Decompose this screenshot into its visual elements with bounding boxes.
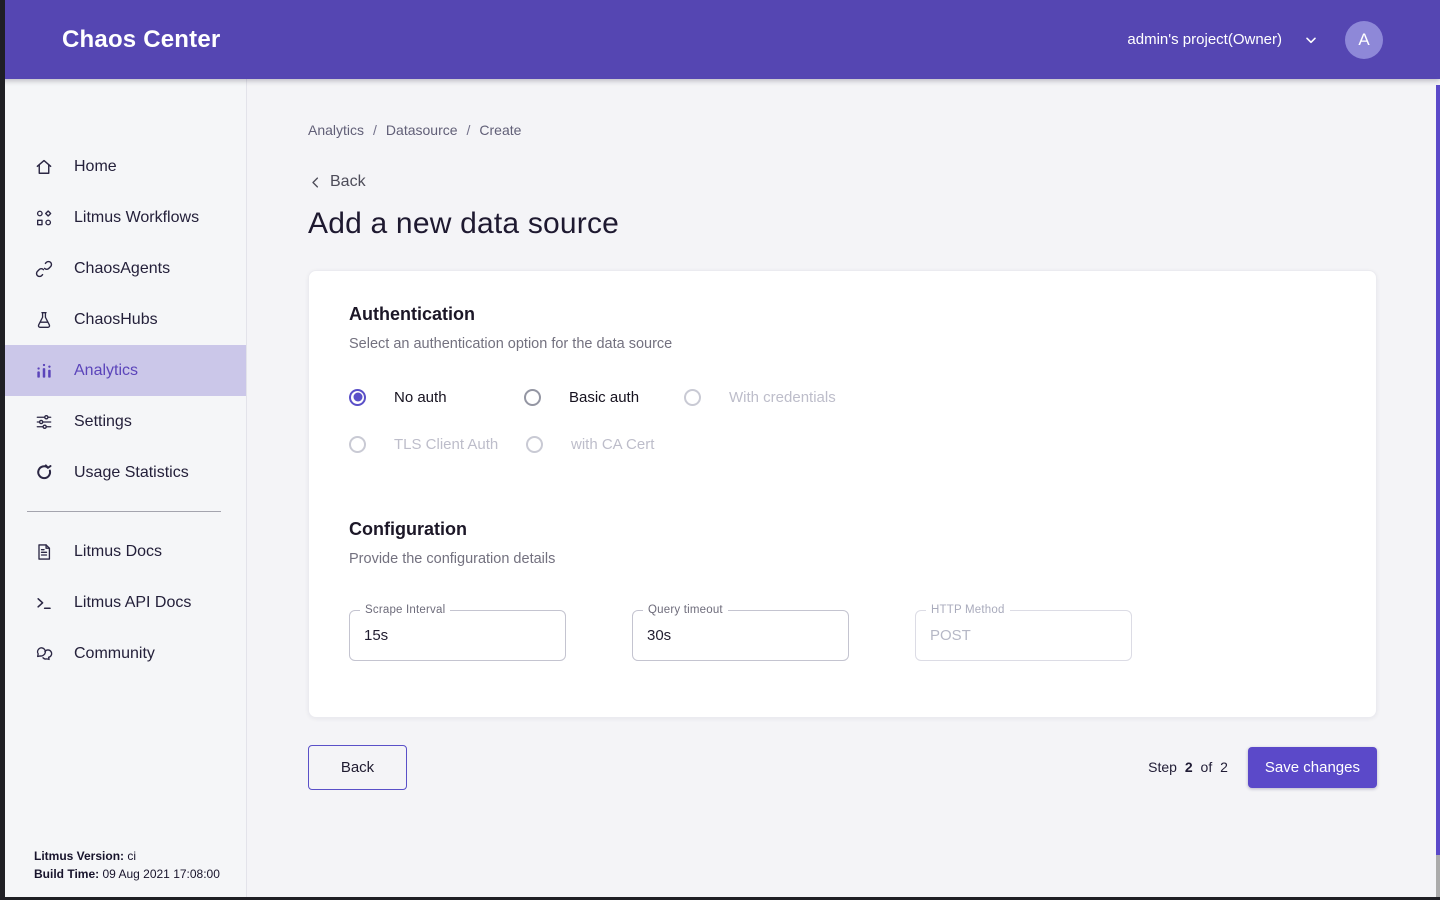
breadcrumb: Analytics / Datasource / Create <box>308 122 1440 138</box>
radio-disabled-icon <box>684 389 701 406</box>
avatar[interactable]: A <box>1345 21 1383 59</box>
back-button[interactable]: Back <box>308 745 407 790</box>
sidebar-item-chaoshubs[interactable]: ChaosHubs <box>0 294 246 345</box>
bar-chart-icon <box>34 361 54 381</box>
build-time-label: Build Time: <box>34 867 99 881</box>
document-icon <box>34 542 54 562</box>
query-timeout-field: Query timeout <box>632 610 849 661</box>
breadcrumb-create[interactable]: Create <box>479 122 521 138</box>
scrape-interval-input[interactable] <box>350 611 565 660</box>
sidebar-divider <box>27 511 221 512</box>
screen-edge-left <box>0 0 5 897</box>
breadcrumb-separator: / <box>373 122 377 138</box>
version-label: Litmus Version: <box>34 849 124 863</box>
page-title: Add a new data source <box>308 207 1440 241</box>
sidebar-item-litmus-api-docs[interactable]: Litmus API Docs <box>0 577 246 628</box>
app-header: Chaos Center admin's project(Owner) A <box>0 0 1440 79</box>
back-link[interactable]: Back <box>308 173 366 191</box>
auth-options-row-2: TLS Client Auth with CA Cert <box>349 436 1336 453</box>
breadcrumb-analytics[interactable]: Analytics <box>308 122 364 138</box>
workflows-icon <box>34 208 54 228</box>
terminal-icon <box>34 593 54 613</box>
sidebar-item-litmus-workflows[interactable]: Litmus Workflows <box>0 192 246 243</box>
step-total: 2 <box>1220 759 1228 775</box>
build-time-value: 09 Aug 2021 17:08:00 <box>99 867 220 881</box>
project-label: admin's project(Owner) <box>1127 31 1282 48</box>
query-timeout-label: Query timeout <box>643 604 728 616</box>
sidebar-item-community[interactable]: Community <box>0 628 246 679</box>
chat-bubbles-icon <box>34 644 54 664</box>
query-timeout-input[interactable] <box>633 611 848 660</box>
app-title: Chaos Center <box>62 26 220 54</box>
http-method-field: HTTP Method <box>915 610 1132 661</box>
scrape-interval-field: Scrape Interval <box>349 610 566 661</box>
http-method-input <box>916 611 1131 660</box>
step-current: 2 <box>1185 759 1193 775</box>
sidebar-item-settings[interactable]: Settings <box>0 396 246 447</box>
radio-with-credentials: With credentials <box>684 389 836 406</box>
radio-no-auth[interactable]: No auth <box>349 389 524 406</box>
form-actions: Back Step 2 of 2 Save changes <box>308 745 1377 790</box>
sidebar-item-usage-statistics[interactable]: Usage Statistics <box>0 447 246 498</box>
header-right: admin's project(Owner) A <box>1127 21 1440 59</box>
sidebar: Home Litmus Workflows ChaosAgents ChaosH… <box>0 79 247 900</box>
sidebar-item-analytics[interactable]: Analytics <box>0 345 246 396</box>
scrollbar-thumb[interactable] <box>1436 85 1440 855</box>
flask-icon <box>34 310 54 330</box>
sidebar-item-chaosagents[interactable]: ChaosAgents <box>0 243 246 294</box>
chevron-left-icon <box>308 175 323 190</box>
scrollbar-track <box>1436 855 1440 897</box>
http-method-label: HTTP Method <box>926 604 1010 616</box>
sidebar-item-home[interactable]: Home <box>0 141 246 192</box>
auth-options-row-1: No auth Basic auth With credentials <box>349 389 1336 406</box>
radio-disabled-icon <box>349 436 366 453</box>
radio-with-ca-cert: with CA Cert <box>526 436 654 453</box>
main-content: Analytics / Datasource / Create Back Add… <box>248 79 1440 900</box>
build-info: Litmus Version: ci Build Time: 09 Aug 20… <box>34 847 220 883</box>
sidebar-nav: Home Litmus Workflows ChaosAgents ChaosH… <box>0 79 246 679</box>
radio-basic-auth[interactable]: Basic auth <box>524 389 684 406</box>
chain-link-icon <box>34 259 54 279</box>
breadcrumb-datasource[interactable]: Datasource <box>386 122 458 138</box>
authentication-section-title: Authentication <box>349 304 1336 325</box>
version-value: ci <box>124 849 136 863</box>
radio-tls-client-auth: TLS Client Auth <box>349 436 526 453</box>
step-indicator: Step 2 of 2 <box>1148 759 1228 775</box>
chevron-down-icon <box>1303 32 1319 48</box>
authentication-section-subtitle: Select an authentication option for the … <box>349 336 1336 352</box>
sliders-icon <box>34 412 54 432</box>
circular-arrow-icon <box>34 463 54 483</box>
breadcrumb-separator: / <box>467 122 471 138</box>
scrape-interval-label: Scrape Interval <box>360 604 450 616</box>
home-icon <box>34 157 54 177</box>
datasource-form-card: Authentication Select an authentication … <box>308 270 1377 718</box>
configuration-section-title: Configuration <box>349 519 1336 540</box>
sidebar-item-litmus-docs[interactable]: Litmus Docs <box>0 526 246 577</box>
radio-selected-icon <box>349 389 366 406</box>
project-switcher[interactable]: admin's project(Owner) <box>1127 31 1319 48</box>
radio-unselected-icon <box>524 389 541 406</box>
configuration-section-subtitle: Provide the configuration details <box>349 551 1336 567</box>
configuration-fields: Scrape Interval Query timeout HTTP Metho… <box>349 610 1336 661</box>
radio-disabled-icon <box>526 436 543 453</box>
save-changes-button[interactable]: Save changes <box>1248 747 1377 788</box>
vertical-scrollbar[interactable] <box>1436 85 1440 897</box>
